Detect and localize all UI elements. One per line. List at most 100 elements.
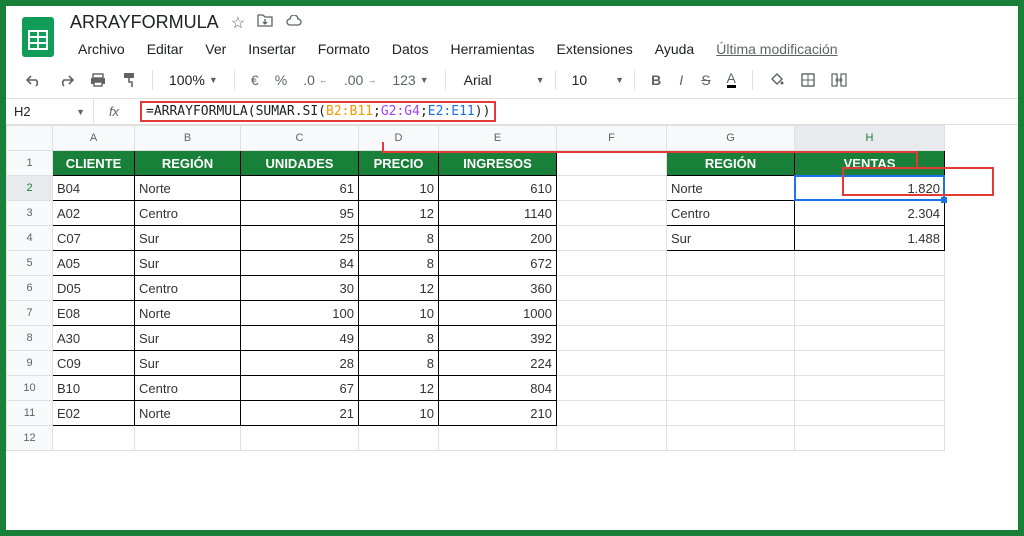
cell[interactable]: Sur — [135, 251, 241, 276]
cell[interactable]: 10 — [359, 301, 439, 326]
row-header[interactable]: 7 — [7, 301, 53, 326]
col-header-E[interactable]: E — [439, 126, 557, 151]
cell[interactable]: REGIÓN — [135, 151, 241, 176]
cell[interactable]: Centro — [667, 201, 795, 226]
cell[interactable]: 610 — [439, 176, 557, 201]
cell[interactable]: 210 — [439, 401, 557, 426]
cell[interactable]: Sur — [135, 226, 241, 251]
cell[interactable]: 10 — [359, 401, 439, 426]
cell[interactable] — [795, 276, 945, 301]
cell[interactable]: INGRESOS — [439, 151, 557, 176]
cell[interactable]: 28 — [241, 351, 359, 376]
row-header[interactable]: 8 — [7, 326, 53, 351]
cell[interactable] — [53, 426, 135, 451]
percent-button[interactable]: % — [269, 68, 293, 92]
col-header-H[interactable]: H — [795, 126, 945, 151]
font-family-dropdown[interactable]: Arial — [456, 72, 532, 88]
cell[interactable]: Sur — [135, 351, 241, 376]
redo-icon[interactable] — [52, 69, 80, 91]
cell[interactable] — [557, 151, 667, 176]
cell[interactable]: Centro — [135, 376, 241, 401]
cell[interactable]: 12 — [359, 376, 439, 401]
cell[interactable] — [557, 351, 667, 376]
cell[interactable] — [795, 301, 945, 326]
cell[interactable] — [795, 251, 945, 276]
row-header[interactable]: 2 — [7, 176, 53, 201]
star-icon[interactable]: ☆ — [231, 13, 245, 33]
cell[interactable]: A30 — [53, 326, 135, 351]
col-header-B[interactable]: B — [135, 126, 241, 151]
increase-decimal-button[interactable]: .00→ — [338, 68, 382, 92]
cell[interactable]: 672 — [439, 251, 557, 276]
menu-insert[interactable]: Insertar — [240, 37, 303, 61]
cell[interactable]: C09 — [53, 351, 135, 376]
cell[interactable]: 1.488 — [795, 226, 945, 251]
cell[interactable]: D05 — [53, 276, 135, 301]
cell[interactable]: 392 — [439, 326, 557, 351]
col-header-D[interactable]: D — [359, 126, 439, 151]
cell[interactable] — [557, 201, 667, 226]
cell[interactable]: A05 — [53, 251, 135, 276]
select-all-corner[interactable] — [7, 126, 53, 151]
cell[interactable] — [667, 276, 795, 301]
col-header-F[interactable]: F — [557, 126, 667, 151]
cell[interactable] — [557, 326, 667, 351]
cell[interactable]: 30 — [241, 276, 359, 301]
cell[interactable]: 21 — [241, 401, 359, 426]
cell[interactable]: 1140 — [439, 201, 557, 226]
cell[interactable]: 8 — [359, 226, 439, 251]
fill-color-icon[interactable] — [763, 68, 791, 92]
merge-cells-icon[interactable] — [825, 69, 853, 91]
menu-tools[interactable]: Herramientas — [442, 37, 542, 61]
cell[interactable]: E02 — [53, 401, 135, 426]
menu-edit[interactable]: Editar — [139, 37, 192, 61]
menu-format[interactable]: Formato — [310, 37, 378, 61]
strikethrough-button[interactable]: S — [695, 68, 716, 92]
row-header[interactable]: 4 — [7, 226, 53, 251]
cell[interactable] — [557, 276, 667, 301]
spreadsheet-grid[interactable]: A B C D E F G H 1 CLIENTE REGIÓN UNIDADE… — [6, 125, 1018, 451]
cell[interactable] — [667, 251, 795, 276]
formula-input[interactable]: =ARRAYFORMULA(SUMAR.SI(B2:B11;G2:G4;E2:E… — [134, 99, 1018, 124]
cell[interactable]: A02 — [53, 201, 135, 226]
cell[interactable] — [557, 226, 667, 251]
more-formats-dropdown[interactable]: 123▼ — [386, 68, 434, 92]
cell[interactable] — [667, 351, 795, 376]
cell[interactable]: 10 — [359, 176, 439, 201]
cell[interactable]: 1000 — [439, 301, 557, 326]
cell[interactable]: 2.304 — [795, 201, 945, 226]
cell[interactable]: VENTAS — [795, 151, 945, 176]
cell[interactable] — [135, 426, 241, 451]
cell[interactable] — [667, 326, 795, 351]
cell[interactable]: 200 — [439, 226, 557, 251]
cell[interactable] — [667, 426, 795, 451]
last-modification-link[interactable]: Última modificación — [708, 37, 845, 61]
print-icon[interactable] — [84, 69, 112, 91]
row-header[interactable]: 3 — [7, 201, 53, 226]
cell[interactable]: 8 — [359, 351, 439, 376]
move-icon[interactable] — [257, 13, 273, 32]
row-header[interactable]: 11 — [7, 401, 53, 426]
row-header[interactable]: 10 — [7, 376, 53, 401]
cell[interactable] — [557, 426, 667, 451]
cell[interactable] — [557, 401, 667, 426]
currency-button[interactable]: € — [245, 68, 265, 92]
cell[interactable]: C07 — [53, 226, 135, 251]
cell[interactable]: Sur — [135, 326, 241, 351]
cloud-icon[interactable] — [285, 14, 303, 32]
cell[interactable] — [795, 401, 945, 426]
font-size-dropdown[interactable]: 10 — [566, 72, 594, 88]
borders-icon[interactable] — [795, 69, 821, 91]
cell[interactable]: 61 — [241, 176, 359, 201]
cell[interactable]: 224 — [439, 351, 557, 376]
cell[interactable]: 804 — [439, 376, 557, 401]
cell[interactable]: 67 — [241, 376, 359, 401]
cell-H2-selected[interactable]: 1.820 — [795, 176, 945, 201]
cell[interactable] — [667, 301, 795, 326]
cell[interactable]: 12 — [359, 276, 439, 301]
cell[interactable]: CLIENTE — [53, 151, 135, 176]
cell[interactable]: 8 — [359, 251, 439, 276]
text-color-button[interactable]: A — [721, 67, 742, 92]
cell[interactable]: 8 — [359, 326, 439, 351]
menu-view[interactable]: Ver — [197, 37, 234, 61]
